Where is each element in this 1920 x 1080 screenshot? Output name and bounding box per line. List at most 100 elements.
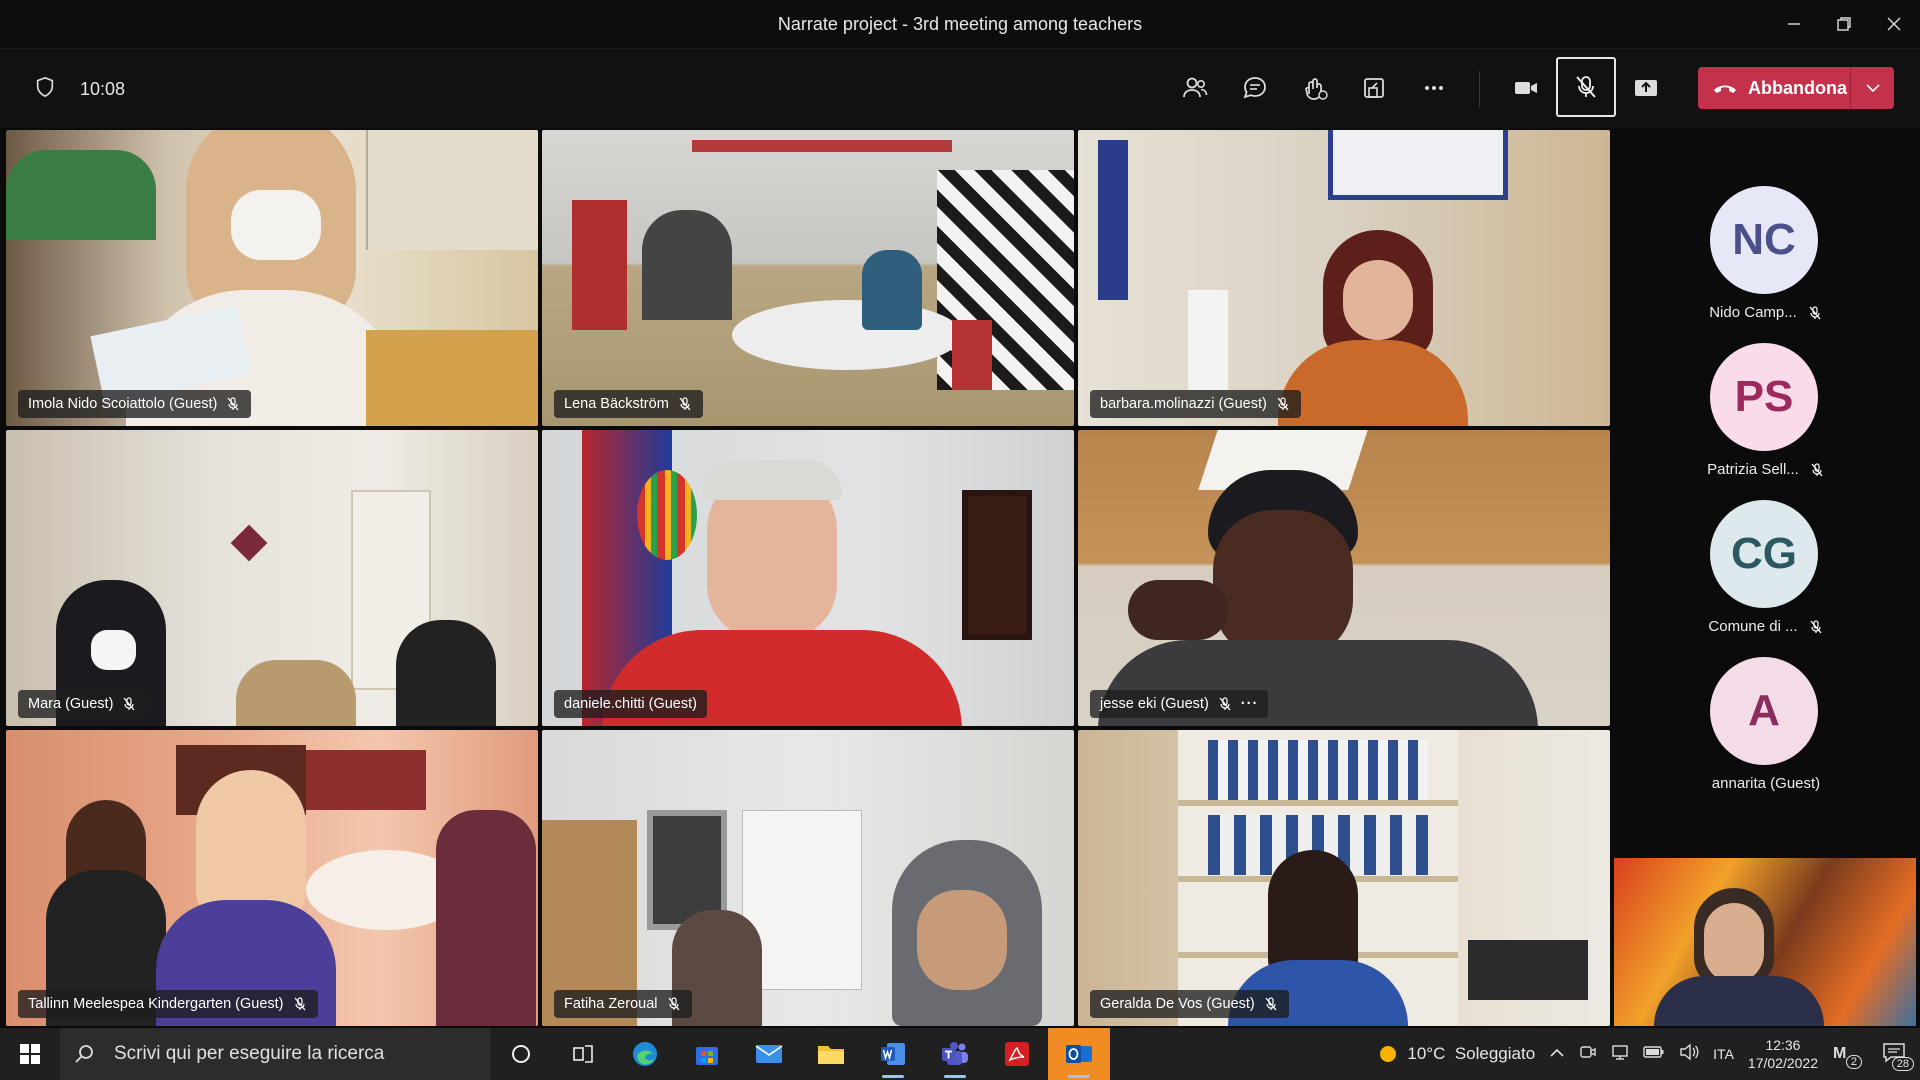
mic-off-icon	[294, 997, 305, 1011]
video-tile[interactable]: Lena Bäckström	[542, 130, 1074, 426]
word-app[interactable]	[862, 1028, 924, 1080]
camera-button[interactable]	[1497, 59, 1555, 117]
mic-off-icon	[1809, 305, 1821, 319]
taskbar-search[interactable]: Scrivi qui per eseguire la ricerca	[60, 1028, 490, 1080]
cortana-button[interactable]	[490, 1028, 552, 1080]
self-view-video[interactable]	[1614, 858, 1916, 1026]
video-tile[interactable]: Geralda De Vos (Guest)	[1078, 730, 1610, 1026]
svg-text:M: M	[1833, 1045, 1846, 1062]
windows-icon	[20, 1044, 40, 1064]
start-button[interactable]	[0, 1028, 60, 1080]
avatar: NC	[1710, 186, 1818, 294]
file-explorer-app[interactable]	[800, 1028, 862, 1080]
participant-name: Mara (Guest)	[28, 696, 114, 712]
title-bar: Narrate project - 3rd meeting among teac…	[0, 0, 1920, 48]
participant-card[interactable]: NC Nido Camp...	[1612, 186, 1920, 336]
video-tile[interactable]: Tallinn Meelespea Kindergarten (Guest)	[6, 730, 538, 1026]
clock-time: 12:36	[1765, 1037, 1801, 1053]
chat-button[interactable]	[1226, 59, 1284, 117]
windows-taskbar: Scrivi qui per eseguire la ricerca 10°C …	[0, 1028, 1920, 1080]
teams-notification[interactable]: M 2	[1832, 1041, 1862, 1069]
more-icon	[1425, 86, 1443, 90]
participant-card[interactable]: CG Comune di ...	[1612, 500, 1920, 650]
video-tile-active-speaker[interactable]: daniele.chitti (Guest)	[542, 430, 1074, 726]
participant-card[interactable]: A annarita (Guest)	[1612, 657, 1920, 807]
mic-off-icon	[1219, 697, 1231, 711]
breakout-rooms-button[interactable]	[1345, 59, 1403, 117]
acrobat-app[interactable]	[986, 1028, 1048, 1080]
mic-off-icon	[679, 397, 691, 411]
notification-count: 28	[1891, 1057, 1914, 1071]
action-center-button[interactable]: 28	[1882, 1041, 1914, 1071]
participants-button[interactable]	[1166, 59, 1224, 117]
language-indicator[interactable]: ITA	[1713, 1046, 1734, 1062]
mic-off-icon	[123, 697, 135, 711]
shield-icon	[34, 76, 56, 103]
system-tray: 10°C Soleggiato ITA 12:36 17/02/2022 M 2…	[1377, 1028, 1920, 1080]
reactions-button[interactable]	[1286, 59, 1344, 117]
video-tile[interactable]: Mara (Guest)	[6, 430, 538, 726]
video-tile[interactable]: Fatiha Zeroual	[542, 730, 1074, 1026]
file-explorer-icon	[818, 1046, 844, 1064]
video-tile[interactable]: Imola Nido Scoiattolo (Guest)	[6, 130, 538, 426]
taskbar-clock[interactable]: 12:36 17/02/2022	[1748, 1036, 1818, 1072]
mic-button[interactable]	[1556, 57, 1616, 117]
mic-off-icon	[1810, 619, 1822, 633]
meeting-toolbar: 10:08 Abbandona	[0, 48, 1920, 128]
outlook-app[interactable]	[1048, 1028, 1110, 1080]
participant-name: Tallinn Meelespea Kindergarten (Guest)	[28, 996, 284, 1012]
share-screen-button[interactable]	[1617, 59, 1675, 117]
teams-icon	[942, 1042, 968, 1065]
participant-name: Fatiha Zeroual	[564, 996, 658, 1012]
people-icon	[1183, 77, 1208, 98]
chat-icon	[1243, 77, 1266, 99]
task-view-button[interactable]	[552, 1028, 614, 1080]
participant-nametag: jesse eki (Guest) ···	[1090, 690, 1269, 718]
sun-icon	[1380, 1046, 1397, 1062]
teams-app[interactable]	[924, 1028, 986, 1080]
participant-name: annarita (Guest)	[1711, 775, 1821, 792]
leave-button[interactable]: Abbandona	[1698, 67, 1894, 109]
task-view-icon	[573, 1045, 593, 1063]
cortana-icon	[512, 1045, 530, 1063]
video-tile[interactable]: barbara.molinazzi (Guest)	[1078, 130, 1610, 426]
window-title: Narrate project - 3rd meeting among teac…	[777, 13, 1143, 34]
meet-now-icon[interactable]	[1579, 1043, 1597, 1065]
clock-date: 17/02/2022	[1747, 1055, 1818, 1071]
meeting-timer: 10:08	[80, 78, 126, 99]
more-actions-button[interactable]	[1405, 59, 1463, 117]
chevron-down-icon	[1865, 84, 1880, 93]
participant-nametag: barbara.molinazzi (Guest)	[1090, 390, 1301, 418]
battery-icon[interactable]	[1643, 1045, 1665, 1063]
more-options-button[interactable]: ···	[1241, 696, 1259, 712]
weather-text: 10°C Soleggiato	[1407, 1044, 1536, 1063]
mail-app[interactable]	[738, 1028, 800, 1080]
volume-icon[interactable]	[1679, 1043, 1699, 1065]
video-grid: Imola Nido Scoiattolo (Guest) Lena Bäcks…	[0, 128, 1612, 1028]
chevron-up-icon[interactable]	[1549, 1046, 1565, 1063]
close-button[interactable]	[1864, 0, 1920, 48]
leave-options-button[interactable]	[1851, 83, 1894, 93]
participant-nametag: Lena Bäckström	[554, 390, 703, 418]
mic-off-icon	[1576, 76, 1596, 98]
participant-name: Geralda De Vos (Guest)	[1100, 996, 1255, 1012]
share-icon	[1635, 80, 1657, 96]
word-icon	[881, 1043, 905, 1065]
network-icon[interactable]	[1611, 1043, 1629, 1065]
weather-widget[interactable]: 10°C Soleggiato	[1377, 1043, 1535, 1065]
avatar: PS	[1710, 343, 1818, 451]
participant-name: Lena Bäckström	[564, 396, 669, 412]
edge-icon	[633, 1042, 657, 1066]
mic-off-icon	[668, 997, 679, 1011]
store-app[interactable]	[676, 1028, 738, 1080]
participant-name: Imola Nido Scoiattolo (Guest)	[28, 396, 218, 412]
rooms-icon	[1364, 78, 1384, 98]
video-tile[interactable]: jesse eki (Guest) ···	[1078, 430, 1610, 726]
participant-nametag: Mara (Guest)	[18, 690, 148, 718]
participant-nametag: Tallinn Meelespea Kindergarten (Guest)	[18, 990, 318, 1018]
mic-off-icon	[1277, 397, 1289, 411]
search-placeholder: Scrivi qui per eseguire la ricerca	[114, 1043, 385, 1064]
participant-card[interactable]: PS Patrizia Sell...	[1612, 343, 1920, 493]
edge-app[interactable]	[614, 1028, 676, 1080]
participant-nametag: Geralda De Vos (Guest)	[1090, 990, 1289, 1018]
